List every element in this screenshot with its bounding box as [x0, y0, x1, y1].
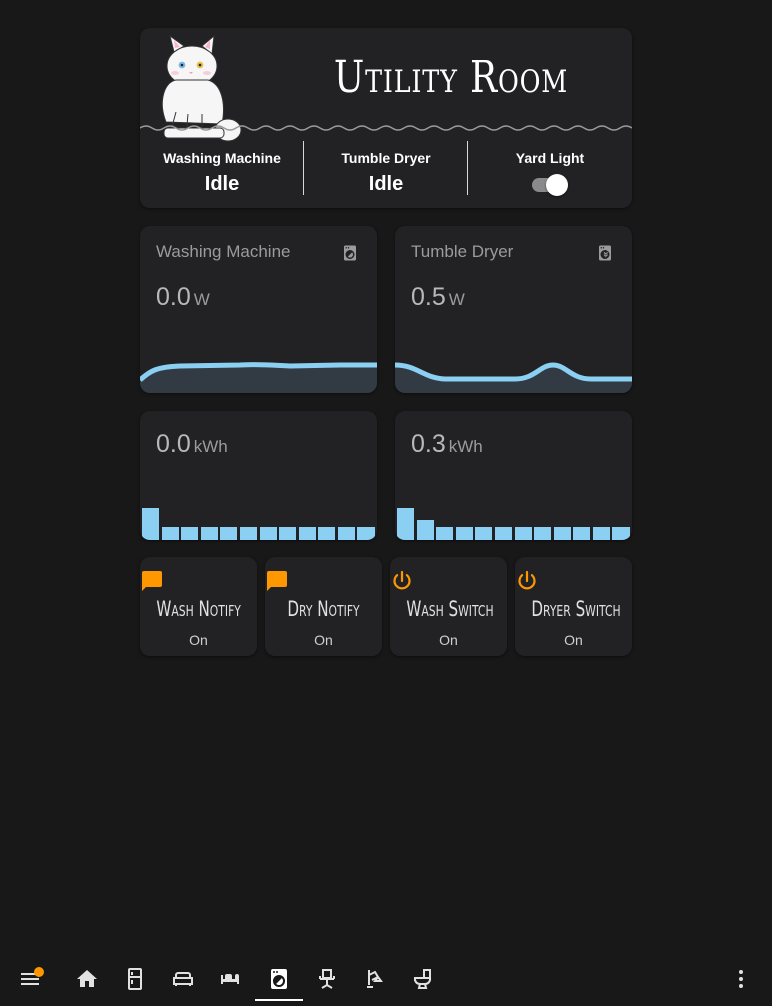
power-number: 0.0 — [156, 283, 191, 311]
energy-value: 0.0 kWh — [156, 430, 228, 459]
wave-divider — [140, 125, 632, 131]
message-icon — [267, 571, 287, 591]
button-state: On — [189, 632, 208, 648]
notification-badge — [34, 967, 44, 977]
tumble-dryer-status[interactable]: Tumble Dryer Idle — [304, 140, 468, 208]
wash-switch-button[interactable]: Wash Switch On — [390, 557, 507, 656]
energy-bar — [142, 508, 159, 540]
button-state: On — [439, 632, 458, 648]
dry-notify-button[interactable]: Dry Notify On — [265, 557, 382, 656]
energy-bar — [279, 527, 296, 540]
bottom-navigation — [0, 954, 772, 1006]
energy-bar — [475, 527, 492, 540]
energy-bar — [162, 527, 179, 540]
energy-bar — [240, 527, 257, 540]
energy-bar — [456, 527, 473, 540]
power-unit: W — [193, 290, 210, 309]
button-state: On — [564, 632, 583, 648]
home-icon[interactable] — [72, 964, 102, 994]
fridge-icon[interactable] — [120, 964, 150, 994]
tumble-dryer-power-graph — [395, 362, 632, 393]
energy-bar — [299, 527, 316, 540]
yard-light-status: Yard Light — [468, 140, 632, 208]
energy-bar — [554, 527, 571, 540]
sofa-icon[interactable] — [168, 964, 198, 994]
energy-bar — [357, 527, 375, 540]
tumble-dryer-status-value: Idle — [368, 173, 404, 195]
energy-bar — [495, 527, 512, 540]
power-value: 0.0 W — [156, 283, 210, 312]
utility-room-header-card: Utility Room Washing Machine Idle Tumble… — [140, 28, 632, 208]
button-name: Wash Notify — [156, 597, 241, 621]
energy-bar — [397, 508, 414, 540]
washing-machine-icon — [344, 245, 356, 261]
energy-bar — [515, 527, 532, 540]
washing-machine-energy-card[interactable]: 0.0 kWh — [140, 411, 377, 540]
bed-icon[interactable] — [216, 964, 246, 994]
washing-machine-status[interactable]: Washing Machine Idle — [140, 140, 304, 208]
room-title: Utility Room — [333, 52, 569, 103]
energy-bar — [260, 527, 277, 540]
energy-bar — [417, 520, 434, 540]
toilet-icon[interactable] — [408, 964, 438, 994]
power-icon — [518, 570, 536, 590]
power-unit: W — [448, 290, 465, 309]
energy-bar — [593, 527, 610, 540]
energy-bar — [338, 527, 355, 540]
button-state: On — [314, 632, 333, 648]
power-card-title: Tumble Dryer — [411, 242, 514, 261]
power-card-title: Washing Machine — [156, 242, 291, 261]
energy-value: 0.3 kWh — [411, 430, 483, 459]
button-name: Wash Switch — [406, 597, 494, 621]
energy-number: 0.0 — [156, 430, 191, 458]
energy-bar — [220, 527, 237, 540]
yard-light-toggle[interactable] — [531, 174, 569, 196]
washing-machine-status-label: Washing Machine — [163, 150, 281, 166]
active-tab-indicator — [255, 999, 303, 1001]
office-chair-icon[interactable] — [312, 964, 342, 994]
energy-number: 0.3 — [411, 430, 446, 458]
button-name: Dry Notify — [287, 597, 360, 621]
energy-bar — [201, 527, 218, 540]
washing-machine-energy-bars — [142, 508, 375, 540]
wash-notify-button[interactable]: Wash Notify On — [140, 557, 257, 656]
power-value: 0.5 W — [411, 283, 465, 312]
tumble-dryer-icon — [599, 245, 611, 261]
energy-unit: kWh — [193, 437, 228, 456]
energy-bar — [436, 527, 453, 540]
tumble-dryer-energy-card[interactable]: 0.3 kWh — [395, 411, 632, 540]
energy-bar — [534, 527, 551, 540]
dryer-switch-button[interactable]: Dryer Switch On — [515, 557, 632, 656]
tumble-dryer-energy-bars — [397, 508, 630, 540]
button-name: Dryer Switch — [531, 597, 621, 621]
washing-machine-icon[interactable] — [264, 964, 294, 994]
yard-light-label: Yard Light — [515, 150, 585, 166]
energy-bar — [318, 527, 335, 540]
energy-bar — [181, 527, 198, 540]
message-icon — [142, 571, 162, 591]
energy-bar — [573, 527, 590, 540]
toggle-knob — [546, 174, 568, 196]
washing-machine-status-value: Idle — [204, 173, 240, 195]
desk-lamp-icon[interactable] — [360, 964, 390, 994]
energy-bar — [612, 527, 630, 540]
more-vertical-icon[interactable] — [726, 964, 756, 994]
washing-machine-power-card[interactable]: Washing Machine 0.0 W — [140, 226, 377, 393]
power-number: 0.5 — [411, 283, 446, 311]
power-icon — [393, 570, 411, 590]
tumble-dryer-status-label: Tumble Dryer — [341, 150, 431, 166]
tumble-dryer-power-card[interactable]: Tumble Dryer 0.5 W — [395, 226, 632, 393]
energy-unit: kWh — [448, 437, 483, 456]
washing-machine-power-graph — [140, 362, 377, 393]
